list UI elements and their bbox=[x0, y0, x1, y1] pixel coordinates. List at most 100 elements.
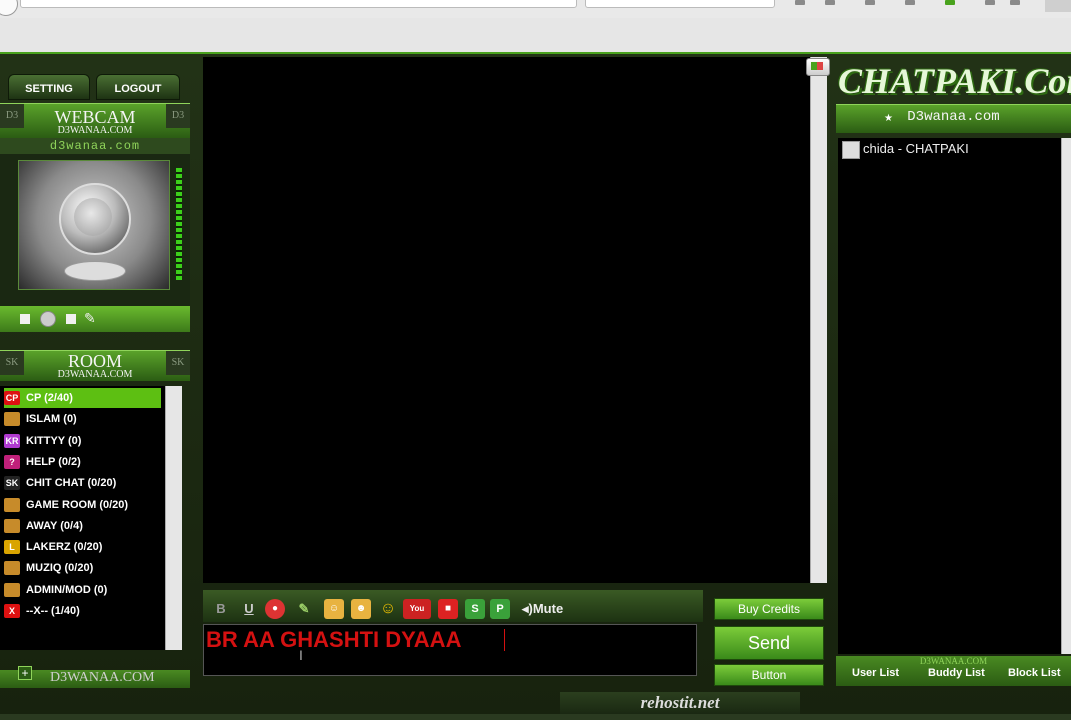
room-icon bbox=[4, 582, 20, 597]
user-list-scrollbar[interactable] bbox=[1061, 138, 1071, 654]
youtube-icon[interactable]: You bbox=[403, 599, 431, 619]
right-subtitle: D3wanaa.com bbox=[907, 109, 1000, 125]
back-button[interactable] bbox=[0, 0, 18, 16]
webcam-title: WEBCAM bbox=[54, 107, 136, 127]
toolbar-icon[interactable] bbox=[825, 0, 835, 5]
toolbar-icon[interactable] bbox=[985, 0, 995, 5]
room-icon: ? bbox=[4, 454, 20, 469]
popout-icon[interactable] bbox=[806, 58, 830, 76]
room-label: KITTYY (0) bbox=[26, 434, 82, 447]
room-item[interactable]: MUZIQ (0/20) bbox=[4, 558, 161, 578]
room-item[interactable]: ISLAM (0) bbox=[4, 409, 161, 429]
color-swatch-icon[interactable]: ■ bbox=[438, 599, 458, 619]
bold-button[interactable]: B bbox=[211, 599, 231, 619]
underline-button[interactable]: U bbox=[239, 599, 259, 619]
toolbar-icon[interactable] bbox=[905, 0, 915, 5]
brand-strip: d3wanaa.com bbox=[0, 138, 190, 155]
watermark: rehostit.net bbox=[560, 692, 800, 714]
user-avatar-icon bbox=[842, 140, 860, 159]
generic-button[interactable]: Button bbox=[714, 664, 824, 686]
toolbar-icon[interactable] bbox=[865, 0, 875, 5]
room-item[interactable]: CP CP (2/40) bbox=[4, 388, 161, 408]
corner-logo: D3 bbox=[0, 104, 24, 128]
toolbar-icon[interactable] bbox=[1010, 0, 1020, 5]
toolbar-icon[interactable] bbox=[945, 0, 955, 5]
browser-toolbar bbox=[0, 0, 1071, 19]
tab-user-list[interactable]: User List bbox=[852, 667, 899, 679]
room-icon bbox=[4, 497, 20, 512]
browser-search-field[interactable] bbox=[585, 0, 775, 8]
sticker-s-icon[interactable]: S bbox=[465, 599, 485, 619]
room-item[interactable]: X --X-- (1/40) bbox=[4, 601, 161, 621]
room-item[interactable]: SK CHIT CHAT (0/20) bbox=[4, 473, 161, 493]
room-icon: SK bbox=[4, 476, 20, 491]
left-footer: + D3WANAA.COM bbox=[0, 666, 190, 688]
corner-logo: D3 bbox=[166, 104, 190, 128]
avatar-icon[interactable]: ☺ bbox=[324, 599, 344, 619]
tab-block-list[interactable]: Block List bbox=[1008, 667, 1061, 679]
room-label: HELP (0/2) bbox=[26, 455, 81, 468]
setting-button[interactable]: SETTING bbox=[8, 74, 90, 100]
room-item[interactable]: GAME ROOM (0/20) bbox=[4, 495, 161, 515]
page-band bbox=[0, 18, 1071, 54]
room-item[interactable]: L LAKERZ (0/20) bbox=[4, 537, 161, 557]
mute-button[interactable]: ◂)Mute bbox=[522, 601, 563, 617]
pen-icon[interactable]: ✎ bbox=[294, 599, 314, 619]
webcam-header: D3 D3 WEBCAM D3WANAA.COM bbox=[0, 103, 190, 138]
room-icon bbox=[4, 518, 20, 533]
message-input[interactable]: BR AA GHASHTI DYAAA I bbox=[203, 624, 697, 676]
room-icon: KR bbox=[4, 433, 20, 448]
chat-window bbox=[203, 57, 810, 583]
room-list-scrollbar[interactable] bbox=[165, 386, 182, 650]
menu-icon[interactable] bbox=[1045, 0, 1071, 12]
tab-buddy-list[interactable]: Buddy List bbox=[928, 667, 985, 679]
smiley-icon[interactable]: ☺ bbox=[378, 599, 398, 619]
user-list bbox=[838, 138, 1061, 654]
corner-logo: SK bbox=[166, 351, 190, 375]
corner-logo: SK bbox=[0, 351, 24, 375]
webcam-icon bbox=[18, 160, 170, 290]
room-title: ROOM bbox=[67, 351, 122, 371]
right-header: D3wanaa.com ★ bbox=[836, 104, 1071, 133]
bottom-edge bbox=[0, 714, 1071, 720]
logout-button[interactable]: LOGOUT bbox=[96, 74, 180, 100]
room-label: --X-- (1/40) bbox=[26, 605, 80, 617]
room-header: SK SK ROOM D3WANAA.COM bbox=[0, 350, 190, 381]
webcam-subtitle: D3WANAA.COM bbox=[57, 125, 133, 136]
room-item[interactable]: AWAY (0/4) bbox=[4, 516, 161, 536]
user-name: chida - CHATPAKI bbox=[863, 141, 969, 156]
room-item[interactable]: ? HELP (0/2) bbox=[4, 452, 161, 472]
pen-icon[interactable]: ✎ bbox=[84, 310, 100, 326]
room-label: ADMIN/MOD (0) bbox=[26, 583, 108, 596]
star-icon: ★ bbox=[884, 113, 893, 124]
text-cursor bbox=[504, 629, 505, 651]
address-bar[interactable] bbox=[20, 0, 577, 8]
buy-credits-button[interactable]: Buy Credits bbox=[714, 598, 824, 620]
room-item[interactable]: KR KITTYY (0) bbox=[4, 431, 161, 451]
audio-level-meter bbox=[176, 168, 182, 280]
chatpaki-logo: CHATPAKI.Com bbox=[838, 61, 1071, 101]
room-icon bbox=[4, 561, 20, 576]
user-list-item[interactable]: chida - CHATPAKI bbox=[842, 140, 969, 159]
room-label: MUZIQ (0/20) bbox=[26, 562, 94, 575]
room-icon: L bbox=[4, 540, 20, 555]
bookmark-icon[interactable] bbox=[795, 0, 805, 5]
color-picker-icon[interactable]: ● bbox=[265, 599, 285, 619]
room-item[interactable]: ADMIN/MOD (0) bbox=[4, 580, 161, 600]
send-button[interactable]: Send bbox=[714, 626, 824, 660]
room-label: CP (2/40) bbox=[26, 392, 73, 404]
sticker-p-icon[interactable]: P bbox=[490, 599, 510, 619]
ibeam-cursor-icon: I bbox=[299, 647, 303, 663]
add-icon[interactable]: + bbox=[18, 666, 32, 680]
list-tabs: D3WANAA.COM User List Buddy List Block L… bbox=[836, 656, 1071, 686]
camera-icon[interactable] bbox=[40, 311, 56, 327]
room-subtitle: D3WANAA.COM bbox=[57, 369, 133, 380]
chat-scrollbar[interactable] bbox=[810, 57, 827, 583]
message-text: BR AA GHASHTI DYAAA bbox=[206, 627, 462, 652]
stop-icon[interactable] bbox=[66, 314, 76, 324]
users-icon[interactable]: ☻ bbox=[351, 599, 371, 619]
room-label: GAME ROOM (0/20) bbox=[26, 498, 129, 511]
stop-icon[interactable] bbox=[20, 314, 30, 324]
room-label: AWAY (0/4) bbox=[26, 519, 83, 532]
room-icon: X bbox=[4, 604, 20, 619]
